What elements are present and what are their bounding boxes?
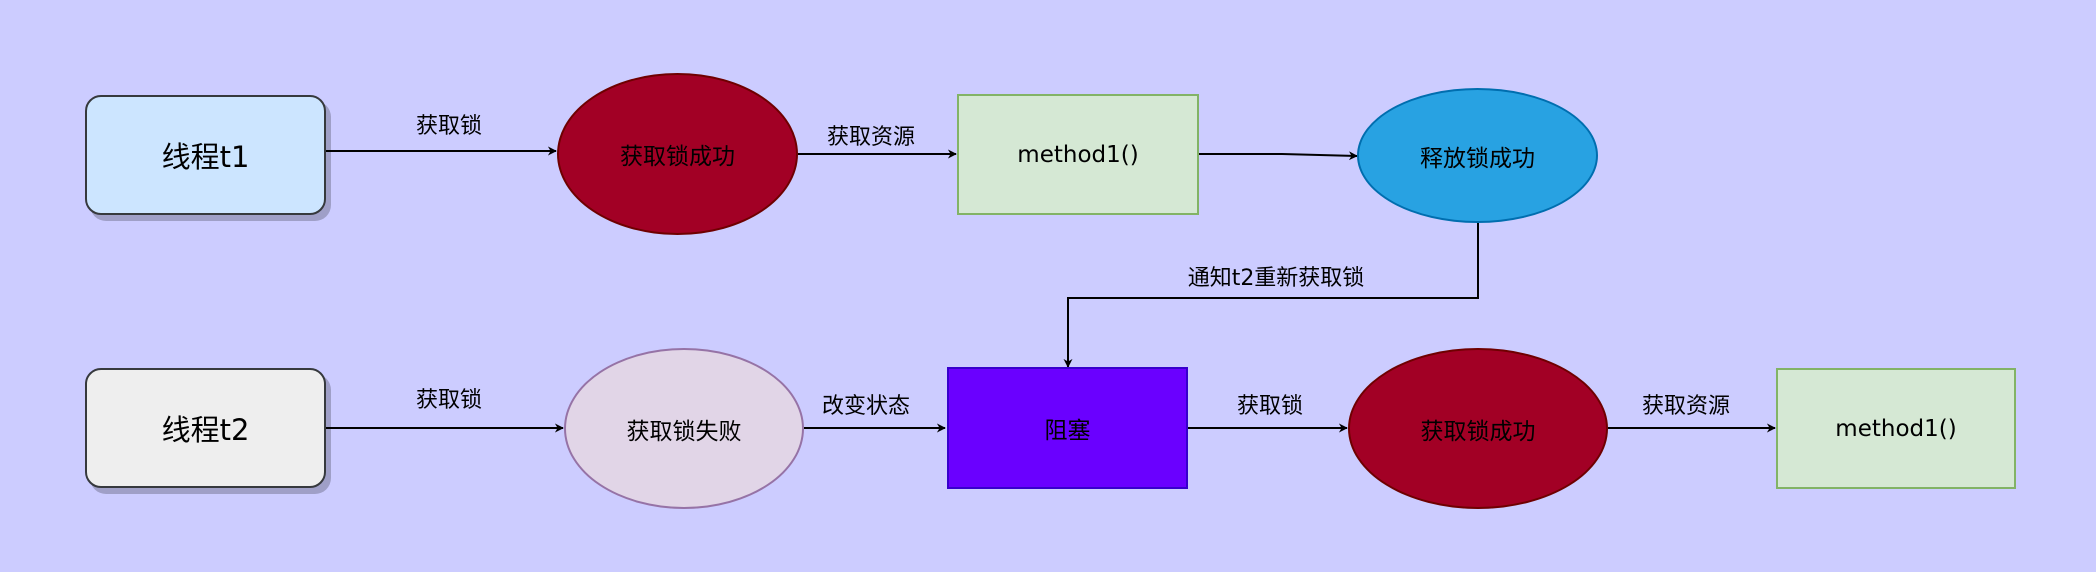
thread-lock-flow-diagram: 线程t1 获取锁成功 method1() 释放锁成功 线程t2 获取锁失败 阻塞… <box>0 0 2096 572</box>
edge-label-t2-acquire: 获取锁 <box>415 388 483 413</box>
edge-label-notify-t2: 通知t2重新获取锁 <box>1187 266 1365 291</box>
release-success-node: 释放锁成功 <box>1357 88 1598 223</box>
edge-method-to-release <box>1199 151 1358 161</box>
thread-t2-node: 线程t2 <box>85 368 326 488</box>
edge-label-blocked-acquire: 获取锁 <box>1236 394 1304 419</box>
blocked-node: 阻塞 <box>947 367 1188 489</box>
edge-label-t2-get-resource: 获取资源 <box>1641 394 1731 419</box>
thread-t1-node: 线程t1 <box>85 95 326 215</box>
acquire-fail-node: 获取锁失败 <box>564 348 804 509</box>
acquire-success-node-1: 获取锁成功 <box>557 73 798 235</box>
edge-label-change-state: 改变状态 <box>821 394 911 419</box>
edge-notify-t2 <box>1063 223 1479 368</box>
edge-label-t1-get-resource: 获取资源 <box>826 125 916 150</box>
edge-label-t1-acquire: 获取锁 <box>415 114 483 139</box>
method1-node-1: method1() <box>957 94 1199 215</box>
method1-node-2: method1() <box>1776 368 2016 489</box>
acquire-success-node-2: 获取锁成功 <box>1348 348 1608 509</box>
